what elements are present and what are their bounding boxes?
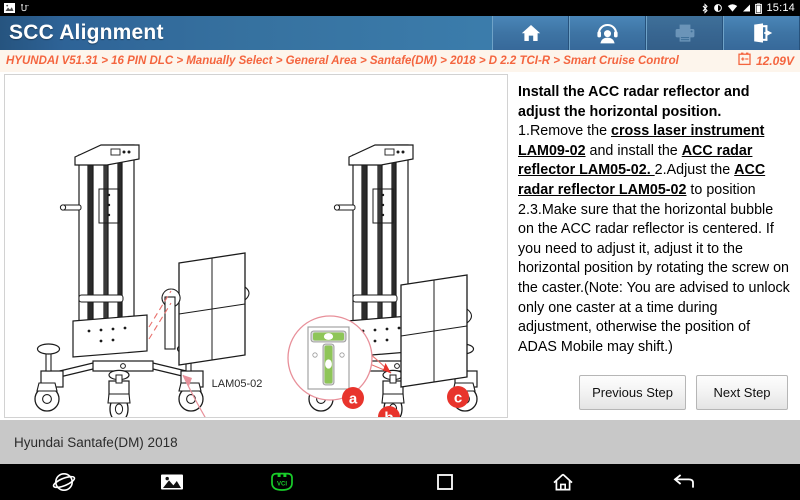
back-nav-icon[interactable]	[672, 473, 695, 491]
step-button-row: Previous Step Next Step	[512, 375, 796, 410]
vehicle-label: Hyundai Santafe(DM) 2018	[14, 434, 178, 450]
nav-bar-left: VCI	[0, 471, 296, 493]
main-content: LAM05-02 a b c Install the ACC radar ref…	[0, 72, 800, 420]
breadcrumb: HYUNDAI V51.31 > 16 PIN DLC > Manually S…	[0, 50, 800, 72]
battery-icon	[755, 2, 763, 14]
left-adas-mobile	[34, 144, 204, 417]
caster-markers: a b c	[342, 386, 469, 419]
instruction-steps: 1.Remove the cross laser instrument LAM0…	[518, 123, 790, 355]
page-title: SCC Alignment	[9, 21, 164, 44]
adas-mobile-diagram: LAM05-02 a b c	[34, 144, 478, 419]
recent-apps-icon[interactable]	[436, 473, 454, 491]
headset-icon	[596, 23, 619, 44]
status-bar-right-icons: 15:14	[701, 2, 800, 14]
exit-button[interactable]	[723, 16, 800, 50]
step-text: Make sure that the horizontal bubble on …	[518, 201, 790, 355]
screenshot-icon	[4, 3, 15, 13]
status-bar-left-icons	[0, 3, 31, 13]
app-title-bar: SCC Alignment	[0, 16, 800, 50]
status-bar-clock: 15:14	[766, 2, 795, 14]
adas-calibration-screen: 15:14 SCC Alignment HYUNDAI V51.31 > 16 …	[0, 0, 800, 500]
vehicle-footer: Hyundai Santafe(DM) 2018	[0, 420, 800, 464]
marker-b-label: b	[384, 410, 393, 419]
vci-label: VCI	[277, 482, 287, 488]
signal-icon	[742, 3, 751, 13]
usb-icon	[20, 3, 31, 13]
callout-label: LAM05-02	[212, 378, 263, 390]
brightness-icon	[713, 3, 723, 13]
home-nav-icon[interactable]	[552, 472, 574, 492]
mounted-reflector-right	[400, 274, 473, 388]
marker-c-label: c	[454, 390, 462, 407]
instruction-heading: Install the ACC radar reflector and adju…	[518, 84, 750, 120]
bluetooth-icon	[701, 2, 709, 14]
header-toolbar	[492, 16, 800, 50]
exit-icon	[751, 23, 773, 43]
browser-icon[interactable]	[52, 471, 76, 493]
battery-voltage-icon	[738, 52, 751, 70]
android-nav-bar: VCI	[0, 464, 800, 500]
printer-icon	[674, 23, 696, 43]
step-number: 3.	[529, 201, 542, 218]
gallery-icon[interactable]	[160, 472, 184, 492]
step-number: 2.	[654, 162, 667, 179]
voltage-reading: 12.09V	[755, 54, 794, 68]
android-status-bar: 15:14	[0, 0, 800, 16]
print-button[interactable]	[646, 16, 723, 50]
marker-a-label: a	[349, 391, 358, 408]
step-text: Remove the	[529, 123, 611, 140]
marker-c: c	[447, 386, 469, 408]
breadcrumb-path: HYUNDAI V51.31 > 16 PIN DLC > Manually S…	[6, 55, 679, 67]
instruction-panel: Install the ACC radar reflector and adju…	[512, 74, 796, 418]
step-text: and install the	[585, 142, 682, 159]
support-button[interactable]	[569, 16, 646, 50]
horizontal-bubble-level	[307, 326, 350, 390]
instruction-text: Install the ACC radar reflector and adju…	[512, 74, 796, 357]
step-number: 1.	[518, 123, 530, 140]
wifi-icon	[727, 3, 738, 13]
marker-a: a	[342, 387, 364, 409]
next-step-button[interactable]: Next Step	[696, 375, 788, 410]
home-icon	[520, 23, 542, 43]
step-text: Adjust the	[666, 162, 735, 179]
vci-icon[interactable]: VCI	[268, 471, 296, 493]
detached-reflector-left	[161, 252, 250, 366]
nav-bar-right	[436, 472, 800, 492]
illustration-panel: LAM05-02 a b c	[4, 74, 508, 418]
previous-step-button[interactable]: Previous Step	[579, 375, 686, 410]
breadcrumb-voltage-group: 12.09V	[738, 52, 794, 70]
home-button[interactable]	[492, 16, 569, 50]
